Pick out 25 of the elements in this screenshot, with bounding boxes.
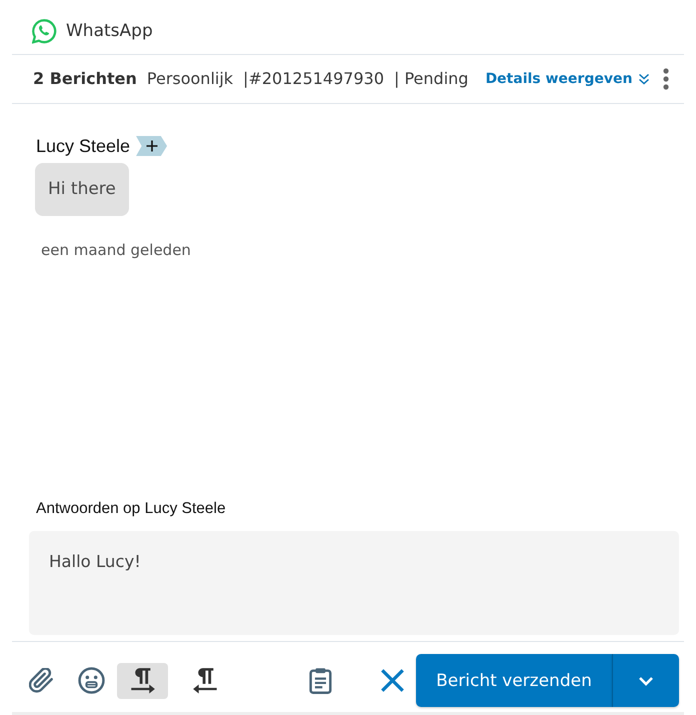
pilcrow-left-arrow-icon [192, 667, 219, 694]
ticket-number: |#201251497930 [243, 68, 384, 90]
face-icon[interactable] [78, 667, 105, 694]
message-bubble: Hi there [35, 163, 129, 216]
message-count: 2 Berichten [33, 68, 137, 90]
status-label: | Pending [394, 68, 468, 90]
reply-label: Antwoorden op Lucy Steele [35, 499, 226, 519]
details-link[interactable]: Details weergeven [485, 68, 650, 90]
category-label: Persoonlijk [146, 68, 234, 90]
phone-bubble-icon [32, 18, 57, 44]
clipboard-icon[interactable] [309, 667, 332, 694]
reply-field[interactable]: Hallo Lucy! [29, 531, 679, 635]
send-button[interactable]: Bericht verzenden [416, 654, 612, 707]
channel-name: WhatsApp [66, 20, 153, 42]
text-direction-button[interactable] [117, 662, 168, 698]
more-menu-icon[interactable] [663, 68, 669, 90]
message-time: een maand geleden [41, 240, 191, 260]
double-chevron-icon [638, 73, 650, 85]
pilcrow-right-arrow-icon [129, 667, 156, 694]
close-icon[interactable] [381, 669, 404, 692]
plus-icon [146, 140, 158, 152]
caret-icon [638, 676, 654, 686]
paperclip-icon[interactable] [29, 668, 54, 693]
sender-name: Lucy Steele [36, 135, 130, 158]
add-tag-button[interactable] [136, 136, 168, 156]
